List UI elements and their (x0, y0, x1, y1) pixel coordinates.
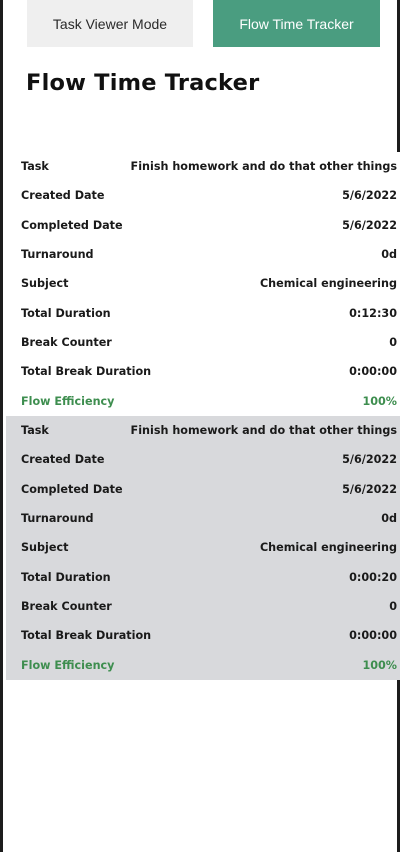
row-label: Created Date (21, 453, 105, 467)
row-label: Break Counter (21, 599, 112, 613)
row-label: Total Break Duration (21, 629, 152, 643)
row-label: Subject (21, 277, 69, 291)
row-label: Break Counter (21, 335, 112, 349)
row-value: 0:00:00 (349, 629, 397, 643)
row-value: 100% (362, 658, 397, 672)
row-label: Total Duration (21, 570, 111, 584)
row-label: Task (21, 160, 49, 174)
record-row-subject: Subject Chemical engineering (6, 533, 400, 562)
record-row-total-duration: Total Duration 0:12:30 (6, 298, 400, 327)
task-record: Task Finish homework and do that other t… (6, 416, 400, 680)
row-label: Task (21, 424, 49, 438)
row-label: Completed Date (21, 218, 123, 232)
row-value: 0d (381, 512, 397, 526)
row-value: 0:00:20 (349, 570, 397, 584)
row-value: Finish homework and do that other things (130, 424, 397, 438)
row-value: 0 (389, 599, 397, 613)
record-row-flow-efficiency: Flow Efficiency 100% (6, 386, 400, 415)
tab-task-viewer-mode-label: Task Viewer Mode (52, 15, 168, 32)
row-label: Turnaround (21, 248, 94, 262)
row-value: 0:00:00 (349, 365, 397, 379)
row-value: 5/6/2022 (342, 453, 397, 467)
row-label: Completed Date (21, 482, 123, 496)
row-label: Turnaround (21, 512, 94, 526)
record-row-turnaround: Turnaround 0d (6, 504, 400, 533)
page-title: Flow Time Tracker (26, 70, 260, 96)
record-row-turnaround: Turnaround 0d (6, 240, 400, 269)
row-value: 0d (381, 248, 397, 262)
record-row-task: Task Finish homework and do that other t… (6, 416, 400, 445)
record-row-total-break-duration: Total Break Duration 0:00:00 (6, 621, 400, 650)
row-value: 5/6/2022 (342, 482, 397, 496)
row-value: Chemical engineering (259, 277, 397, 291)
row-label: Flow Efficiency (21, 394, 115, 408)
row-value: 5/6/2022 (342, 218, 397, 232)
row-label: Created Date (21, 189, 105, 203)
row-value: Finish homework and do that other things (130, 160, 397, 174)
row-label: Subject (21, 541, 69, 555)
tab-flow-time-tracker-label: Flow Time Tracker (239, 15, 354, 32)
record-row-completed-date: Completed Date 5/6/2022 (6, 475, 400, 504)
record-row-break-counter: Break Counter 0 (6, 328, 400, 357)
tab-task-viewer-mode[interactable]: Task Viewer Mode (27, 0, 193, 47)
task-record: Task Finish homework and do that other t… (6, 152, 400, 416)
row-value: 0:12:30 (349, 306, 397, 320)
record-row-flow-efficiency: Flow Efficiency 100% (6, 650, 400, 679)
row-label: Total Duration (21, 306, 111, 320)
record-row-completed-date: Completed Date 5/6/2022 (6, 211, 400, 240)
row-value: 100% (362, 394, 397, 408)
app-frame: Task Viewer Mode Flow Time Tracker Flow … (0, 0, 400, 852)
row-label: Total Break Duration (21, 365, 152, 379)
row-label: Flow Efficiency (21, 658, 115, 672)
record-row-subject: Subject Chemical engineering (6, 269, 400, 298)
tab-flow-time-tracker[interactable]: Flow Time Tracker (213, 0, 380, 47)
record-row-total-break-duration: Total Break Duration 0:00:00 (6, 357, 400, 386)
row-value: 5/6/2022 (342, 189, 397, 203)
record-row-total-duration: Total Duration 0:00:20 (6, 562, 400, 591)
record-row-break-counter: Break Counter 0 (6, 592, 400, 621)
record-row-created-date: Created Date 5/6/2022 (6, 445, 400, 474)
row-value: 0 (389, 335, 397, 349)
record-row-created-date: Created Date 5/6/2022 (6, 181, 400, 210)
record-row-task: Task Finish homework and do that other t… (6, 152, 400, 181)
row-value: Chemical engineering (259, 541, 397, 555)
